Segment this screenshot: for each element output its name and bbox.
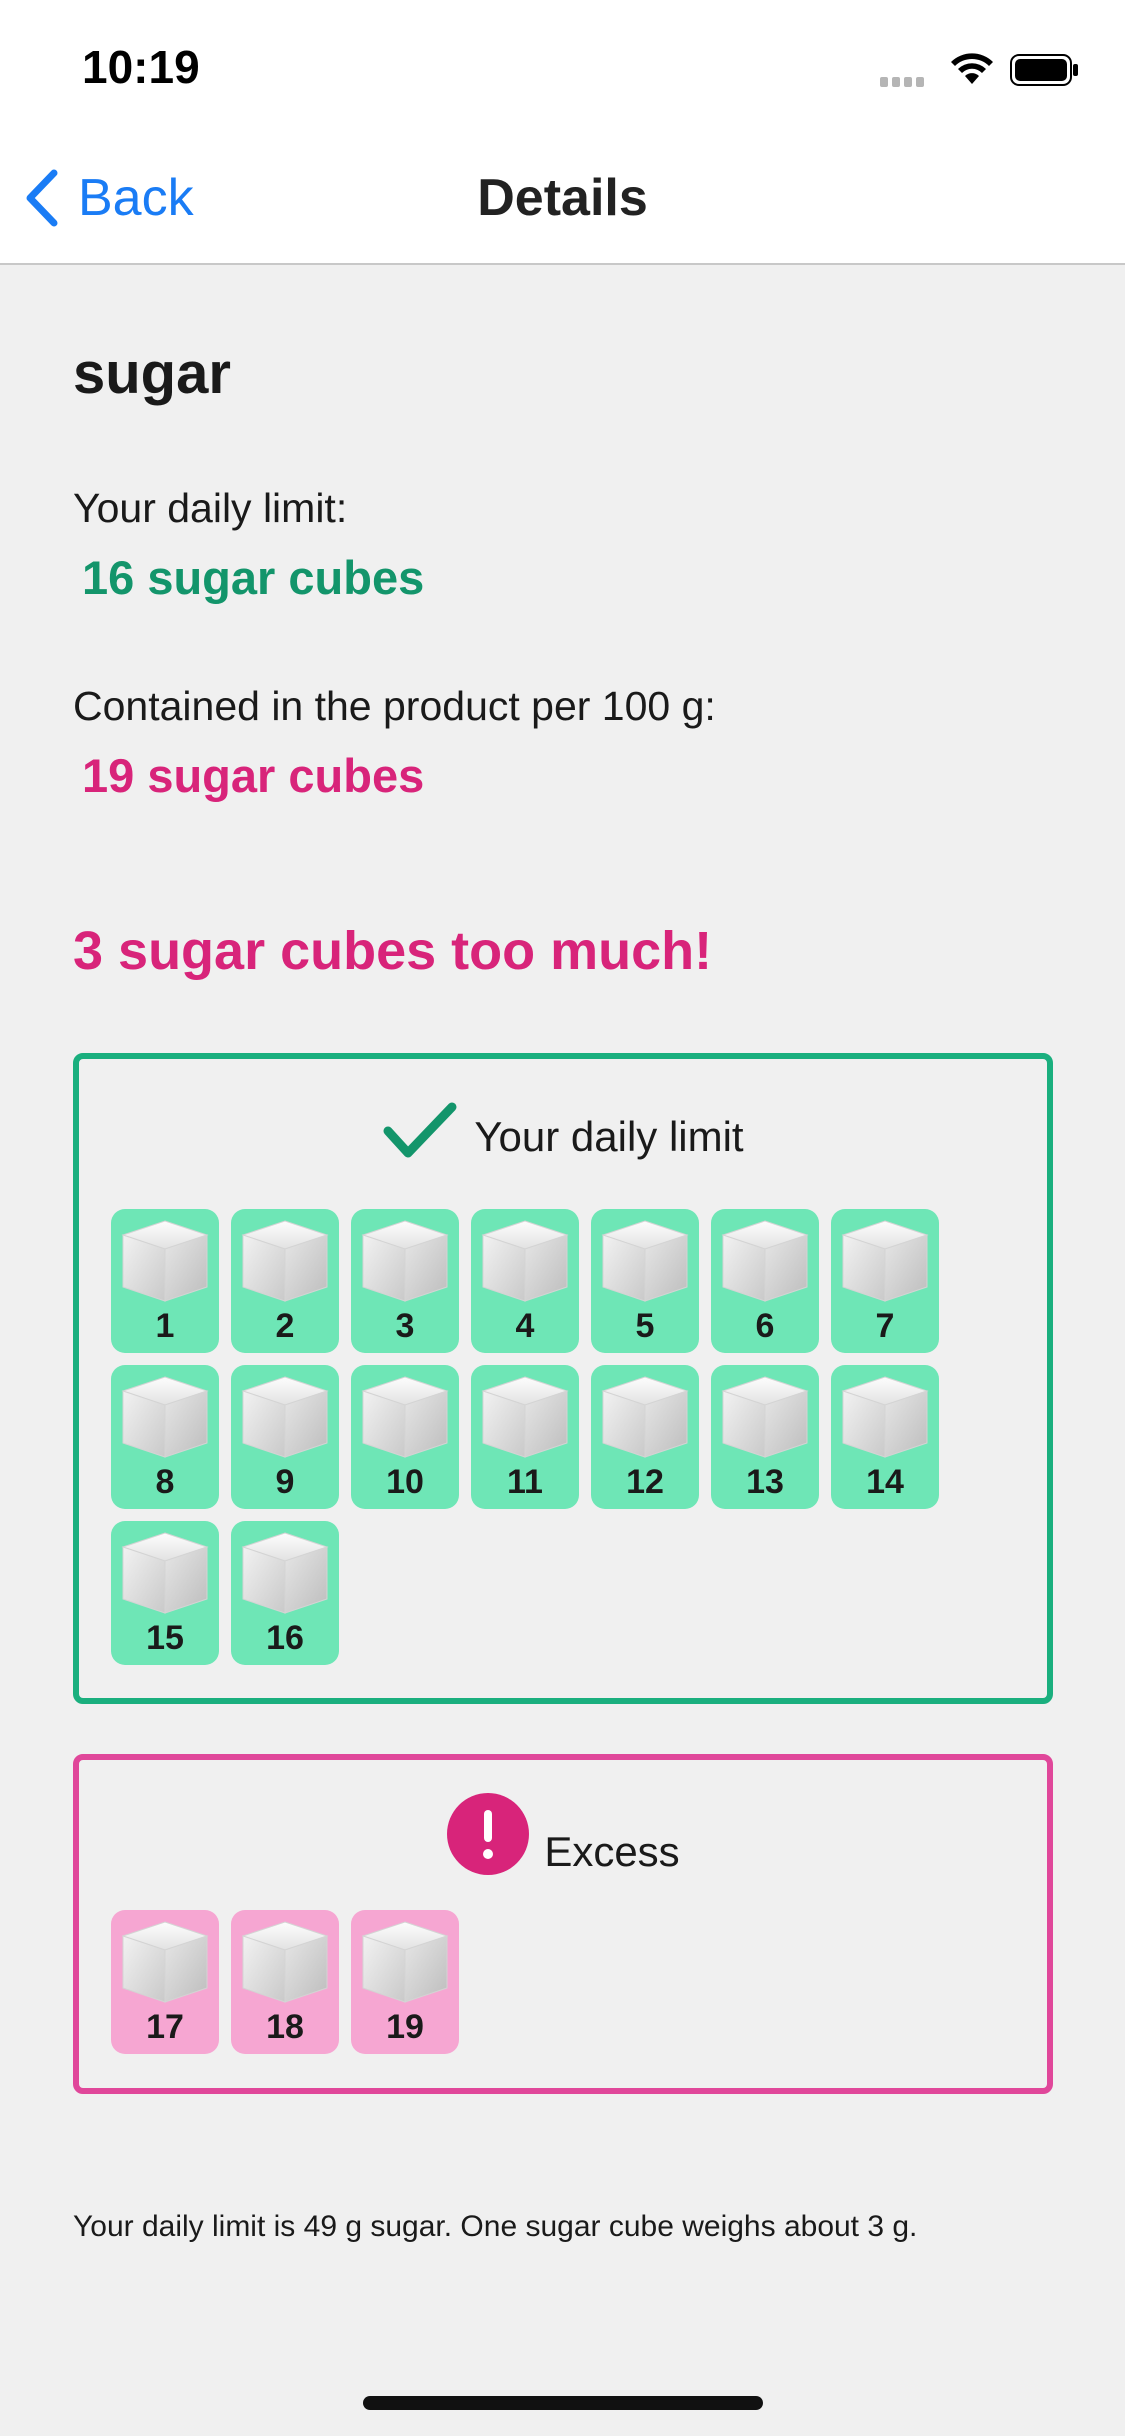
sugar-cube-number: 19 xyxy=(386,2008,424,2046)
checkmark-icon xyxy=(383,1102,457,1158)
daily-limit-panel: Your daily limit 1 2 3 4 5 6 7 8 9 10 11 12 13 14 15 16 xyxy=(73,1053,1053,1704)
sugar-cube-tile: 15 xyxy=(111,1521,219,1665)
sugar-cube-number: 10 xyxy=(386,1463,424,1501)
sugar-cube-number: 6 xyxy=(755,1307,775,1345)
sugar-cube-icon xyxy=(121,1220,209,1302)
sugar-cube-tile: 10 xyxy=(351,1365,459,1509)
daily-limit-heading: Your daily limit xyxy=(79,1101,1047,1161)
sugar-cube-number: 14 xyxy=(866,1463,904,1501)
daily-limit-cube-grid: 1 2 3 4 5 6 7 8 9 10 11 12 13 14 15 16 xyxy=(111,1209,939,1665)
excess-heading-label: Excess xyxy=(544,1828,680,1875)
sugar-cube-icon xyxy=(841,1376,929,1458)
sugar-cube-icon xyxy=(361,1376,449,1458)
sugar-cube-tile: 1 xyxy=(111,1209,219,1353)
sugar-cube-icon xyxy=(241,1220,329,1302)
sugar-cube-icon xyxy=(121,1921,209,2003)
sugar-cube-number: 7 xyxy=(875,1307,895,1345)
sugar-cube-icon xyxy=(601,1220,689,1302)
sugar-cube-icon xyxy=(601,1376,689,1458)
sugar-cube-icon xyxy=(241,1921,329,2003)
daily-limit-label: Your daily limit: xyxy=(73,485,348,531)
sugar-cube-number: 13 xyxy=(746,1463,784,1501)
sugar-cube-tile: 11 xyxy=(471,1365,579,1509)
sugar-cube-tile: 19 xyxy=(351,1910,459,2054)
sugar-cube-number: 15 xyxy=(146,1619,184,1657)
sugar-cube-icon xyxy=(721,1376,809,1458)
contained-label: Contained in the product per 100 g: xyxy=(73,683,716,729)
sugar-cube-tile: 18 xyxy=(231,1910,339,2054)
navigation-bar: 10:19 Back Details xyxy=(0,0,1125,265)
excess-panel: Excess 17 18 19 xyxy=(73,1754,1053,2094)
excess-verdict: 3 sugar cubes too much! xyxy=(73,921,713,981)
sugar-cube-tile: 9 xyxy=(231,1365,339,1509)
sugar-cube-icon xyxy=(841,1220,929,1302)
sugar-cube-tile: 4 xyxy=(471,1209,579,1353)
sugar-cube-tile: 14 xyxy=(831,1365,939,1509)
exclamation-icon xyxy=(447,1793,530,1875)
daily-limit-heading-label: Your daily limit xyxy=(474,1113,744,1160)
home-indicator xyxy=(363,2396,763,2410)
sugar-cube-icon xyxy=(121,1376,209,1458)
sugar-cube-tile: 17 xyxy=(111,1910,219,2054)
sugar-cube-icon xyxy=(241,1532,329,1614)
sugar-cube-icon xyxy=(361,1921,449,2003)
sugar-cube-tile: 6 xyxy=(711,1209,819,1353)
daily-limit-value: 16 sugar cubes xyxy=(82,551,425,604)
sugar-cube-number: 8 xyxy=(155,1463,175,1501)
product-name: sugar xyxy=(73,341,231,406)
sugar-cube-number: 17 xyxy=(146,2008,184,2046)
sugar-cube-icon xyxy=(361,1220,449,1302)
sugar-cube-number: 18 xyxy=(266,2008,304,2046)
contained-value: 19 sugar cubes xyxy=(82,749,425,802)
status-time: 10:19 xyxy=(82,41,200,93)
excess-heading: Excess xyxy=(79,1792,1047,1876)
sugar-cube-number: 3 xyxy=(395,1307,415,1345)
sugar-cube-number: 11 xyxy=(507,1463,543,1501)
sugar-cube-tile: 5 xyxy=(591,1209,699,1353)
sugar-cube-icon xyxy=(721,1220,809,1302)
footnote: Your daily limit is 49 g sugar. One suga… xyxy=(73,2210,918,2243)
sugar-cube-tile: 8 xyxy=(111,1365,219,1509)
sugar-cube-tile: 12 xyxy=(591,1365,699,1509)
sugar-cube-tile: 16 xyxy=(231,1521,339,1665)
sugar-cube-tile: 2 xyxy=(231,1209,339,1353)
page-title: Details xyxy=(477,169,648,227)
battery-icon xyxy=(1010,54,1078,86)
excess-cube-grid: 17 18 19 xyxy=(111,1910,939,2054)
sugar-cube-number: 5 xyxy=(635,1307,655,1345)
sugar-cube-number: 9 xyxy=(275,1463,295,1501)
sugar-cube-icon xyxy=(121,1532,209,1614)
sugar-cube-number: 1 xyxy=(155,1307,175,1345)
sugar-cube-number: 16 xyxy=(266,1619,304,1657)
sugar-cube-icon xyxy=(481,1220,569,1302)
wifi-icon xyxy=(951,53,993,84)
sugar-cube-icon xyxy=(481,1376,569,1458)
sugar-cube-tile: 3 xyxy=(351,1209,459,1353)
sugar-cube-number: 4 xyxy=(515,1307,535,1345)
sugar-cube-number: 2 xyxy=(275,1307,295,1345)
sugar-cube-tile: 7 xyxy=(831,1209,939,1353)
cellular-signal-icon xyxy=(880,74,928,92)
sugar-cube-tile: 13 xyxy=(711,1365,819,1509)
sugar-cube-number: 12 xyxy=(626,1463,664,1501)
sugar-cube-icon xyxy=(241,1376,329,1458)
